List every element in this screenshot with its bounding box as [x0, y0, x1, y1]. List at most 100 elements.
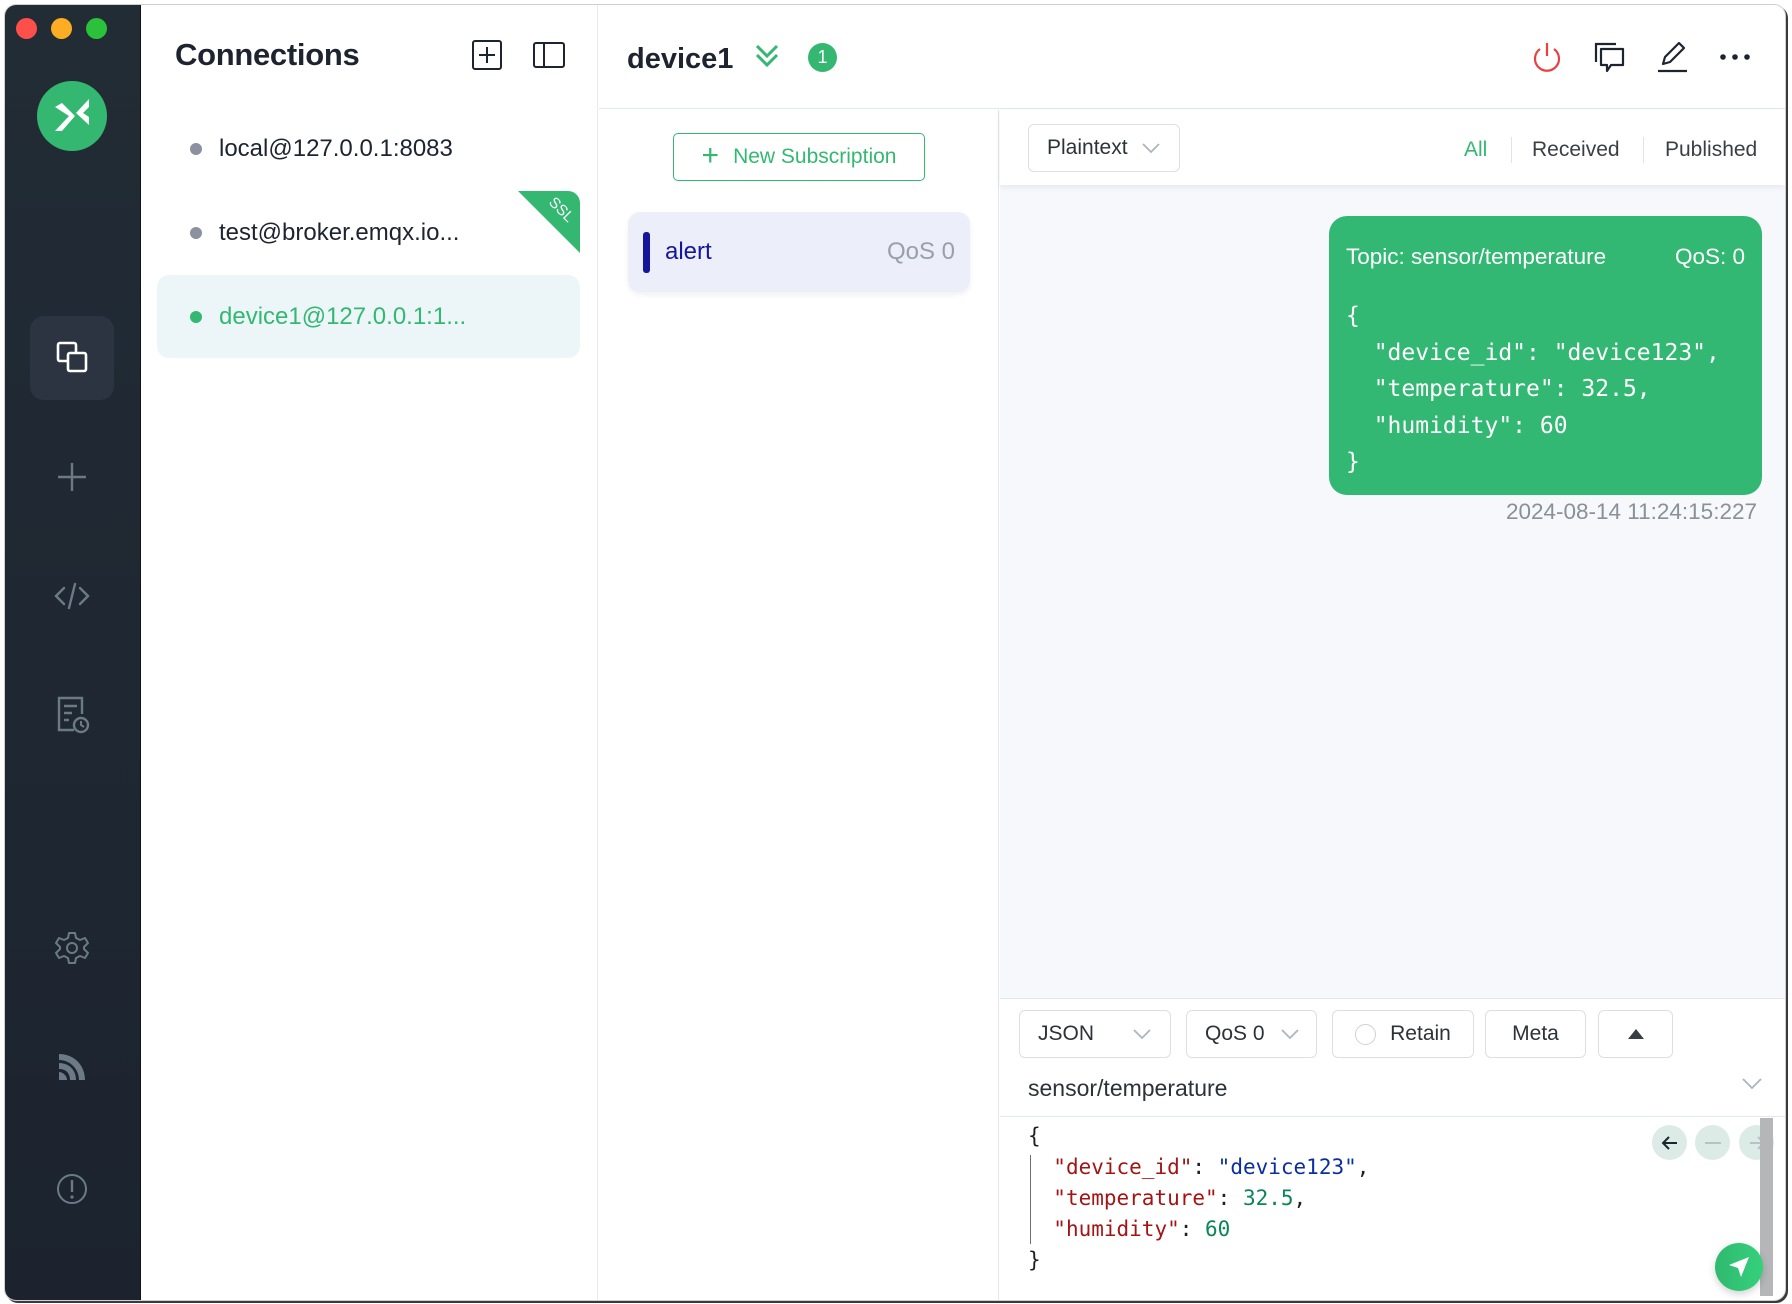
meta-label: Meta [1512, 1022, 1559, 1045]
window-zoom-button[interactable] [86, 18, 107, 39]
window-close-button[interactable] [16, 18, 37, 39]
window-minimize-button[interactable] [51, 18, 72, 39]
more-options-button[interactable] [1715, 37, 1755, 77]
caret-up-icon [1627, 1029, 1644, 1039]
sidebar-item-feed[interactable] [30, 1025, 114, 1109]
qos-value: QoS 0 [1205, 1022, 1265, 1045]
retain-toggle[interactable]: Retain [1332, 1010, 1474, 1058]
connection-label: test@broker.emqx.io... [219, 218, 460, 246]
message-timestamp: 2024-08-14 11:24:15:227 [1505, 499, 1757, 524]
payload-type-select[interactable]: JSON [1019, 1010, 1171, 1058]
topic-history-chevron-icon[interactable] [1741, 1077, 1763, 1090]
sidebar-item-log[interactable] [30, 673, 114, 757]
new-window-icon [1594, 42, 1625, 73]
info-icon [57, 1174, 87, 1204]
subscription-topic: alert [665, 238, 712, 265]
qos-select[interactable]: QoS 0 [1186, 1010, 1317, 1058]
more-icon [1720, 54, 1750, 60]
connections-panel: Connections local@127.0.0.1:8083 test@br… [142, 5, 598, 1300]
payload-format-select[interactable]: Plaintext [1028, 124, 1180, 172]
meta-button[interactable]: Meta [1485, 1010, 1586, 1058]
sidebar-item-script[interactable] [30, 554, 114, 638]
edit-icon [1658, 41, 1687, 73]
double-chevron-down-icon [755, 44, 779, 68]
filter-tab-all[interactable]: All [1464, 138, 1487, 162]
connection-item[interactable]: local@127.0.0.1:8083 [157, 107, 580, 190]
mqttx-logo-icon [55, 99, 89, 131]
connection-name: device1 [627, 43, 734, 75]
rss-icon [59, 1054, 85, 1080]
expand-publish-button[interactable] [1598, 1010, 1673, 1058]
message-payload: { "device_id": "device123", "temperature… [1346, 303, 1720, 475]
new-connection-button[interactable] [472, 40, 502, 75]
connections-title: Connections [175, 37, 360, 72]
app-logo [37, 81, 107, 151]
indent-guide [1030, 1155, 1031, 1244]
main-area: device1 1 + New Subscription alert QoS 0… [599, 5, 1785, 1300]
gear-icon [55, 932, 89, 964]
subscription-color-bar [643, 231, 650, 273]
new-subscription-label: New Subscription [733, 145, 897, 168]
subscription-item[interactable]: alert QoS 0 [628, 212, 970, 292]
message-filter-bar: Plaintext All Received Published [1000, 110, 1785, 185]
connection-label: device1@127.0.0.1:1... [219, 302, 467, 330]
minus-icon [1704, 1141, 1721, 1144]
brace-close: } [1028, 1248, 1041, 1272]
filter-tab-received[interactable]: Received [1532, 138, 1620, 162]
status-dot [190, 226, 202, 239]
publish-panel: JSON QoS 0 Retain Meta sensor/temperatur… [1000, 998, 1785, 1300]
messages-panel: Plaintext All Received Published Topic: … [1000, 110, 1785, 1300]
sidebar-item-new-connection[interactable] [30, 435, 114, 519]
payload-format-value: Plaintext [1047, 136, 1128, 159]
nav-sidebar [5, 5, 141, 1300]
filter-tab-published[interactable]: Published [1665, 138, 1757, 162]
connection-header: device1 1 [599, 5, 1785, 109]
sidebar-toggle-icon [533, 42, 565, 68]
new-subscription-button[interactable]: + New Subscription [673, 133, 925, 181]
sidebar-item-connections[interactable] [30, 316, 114, 400]
sidebar-item-about[interactable] [30, 1147, 114, 1231]
sidebar-item-settings[interactable] [30, 906, 114, 990]
log-icon [57, 696, 90, 734]
chevron-down-icon [1142, 143, 1160, 154]
ssl-badge: SSL [518, 191, 580, 253]
status-dot [190, 310, 202, 323]
connections-icon [56, 341, 88, 373]
brace-open: { [1028, 1124, 1041, 1148]
chevron-down-icon [1281, 1029, 1299, 1040]
retain-radio[interactable] [1355, 1023, 1377, 1045]
edit-connection-button[interactable] [1652, 37, 1692, 77]
message-count-badge: 1 [808, 43, 837, 72]
history-back-button[interactable] [1652, 1125, 1687, 1160]
payload-code[interactable]: { "device_id": "device123", "temperature… [1028, 1121, 1369, 1276]
retain-label: Retain [1390, 1022, 1451, 1045]
disconnect-button[interactable] [1527, 37, 1567, 77]
status-dot [190, 142, 202, 155]
payload-type-value: JSON [1038, 1022, 1095, 1045]
add-box-icon [472, 40, 502, 70]
payload-editor[interactable]: { "device_id": "device123", "temperature… [1000, 1116, 1785, 1300]
connection-label: local@127.0.0.1:8083 [219, 134, 453, 162]
history-reset-button[interactable] [1695, 1125, 1730, 1160]
divider [1511, 137, 1512, 163]
connection-item[interactable]: test@broker.emqx.io... SSL [157, 191, 580, 274]
power-icon [1533, 43, 1561, 72]
message-topic: Topic: sensor/temperature [1346, 244, 1607, 269]
plus-icon: + [701, 138, 720, 172]
send-message-button[interactable] [1715, 1243, 1763, 1291]
code-icon [54, 582, 90, 610]
send-icon [1729, 1257, 1749, 1277]
arrow-left-icon [1661, 1135, 1677, 1150]
published-message-bubble: Topic: sensor/temperature QoS: 0 { "devi… [1329, 216, 1762, 495]
chevron-down-icon [1133, 1029, 1151, 1040]
toggle-panel-button[interactable] [533, 42, 565, 73]
connection-item-selected[interactable]: device1@127.0.0.1:1... [157, 275, 580, 358]
collapse-button[interactable] [753, 41, 781, 76]
publish-topic-input[interactable] [1028, 1068, 1725, 1108]
subscription-qos: QoS 0 [886, 238, 955, 265]
divider [1643, 137, 1644, 163]
plus-icon [58, 463, 86, 491]
new-window-button[interactable] [1589, 37, 1629, 77]
subscriptions-panel: + New Subscription alert QoS 0 [599, 110, 999, 1300]
message-qos: QoS: 0 [1674, 244, 1745, 269]
